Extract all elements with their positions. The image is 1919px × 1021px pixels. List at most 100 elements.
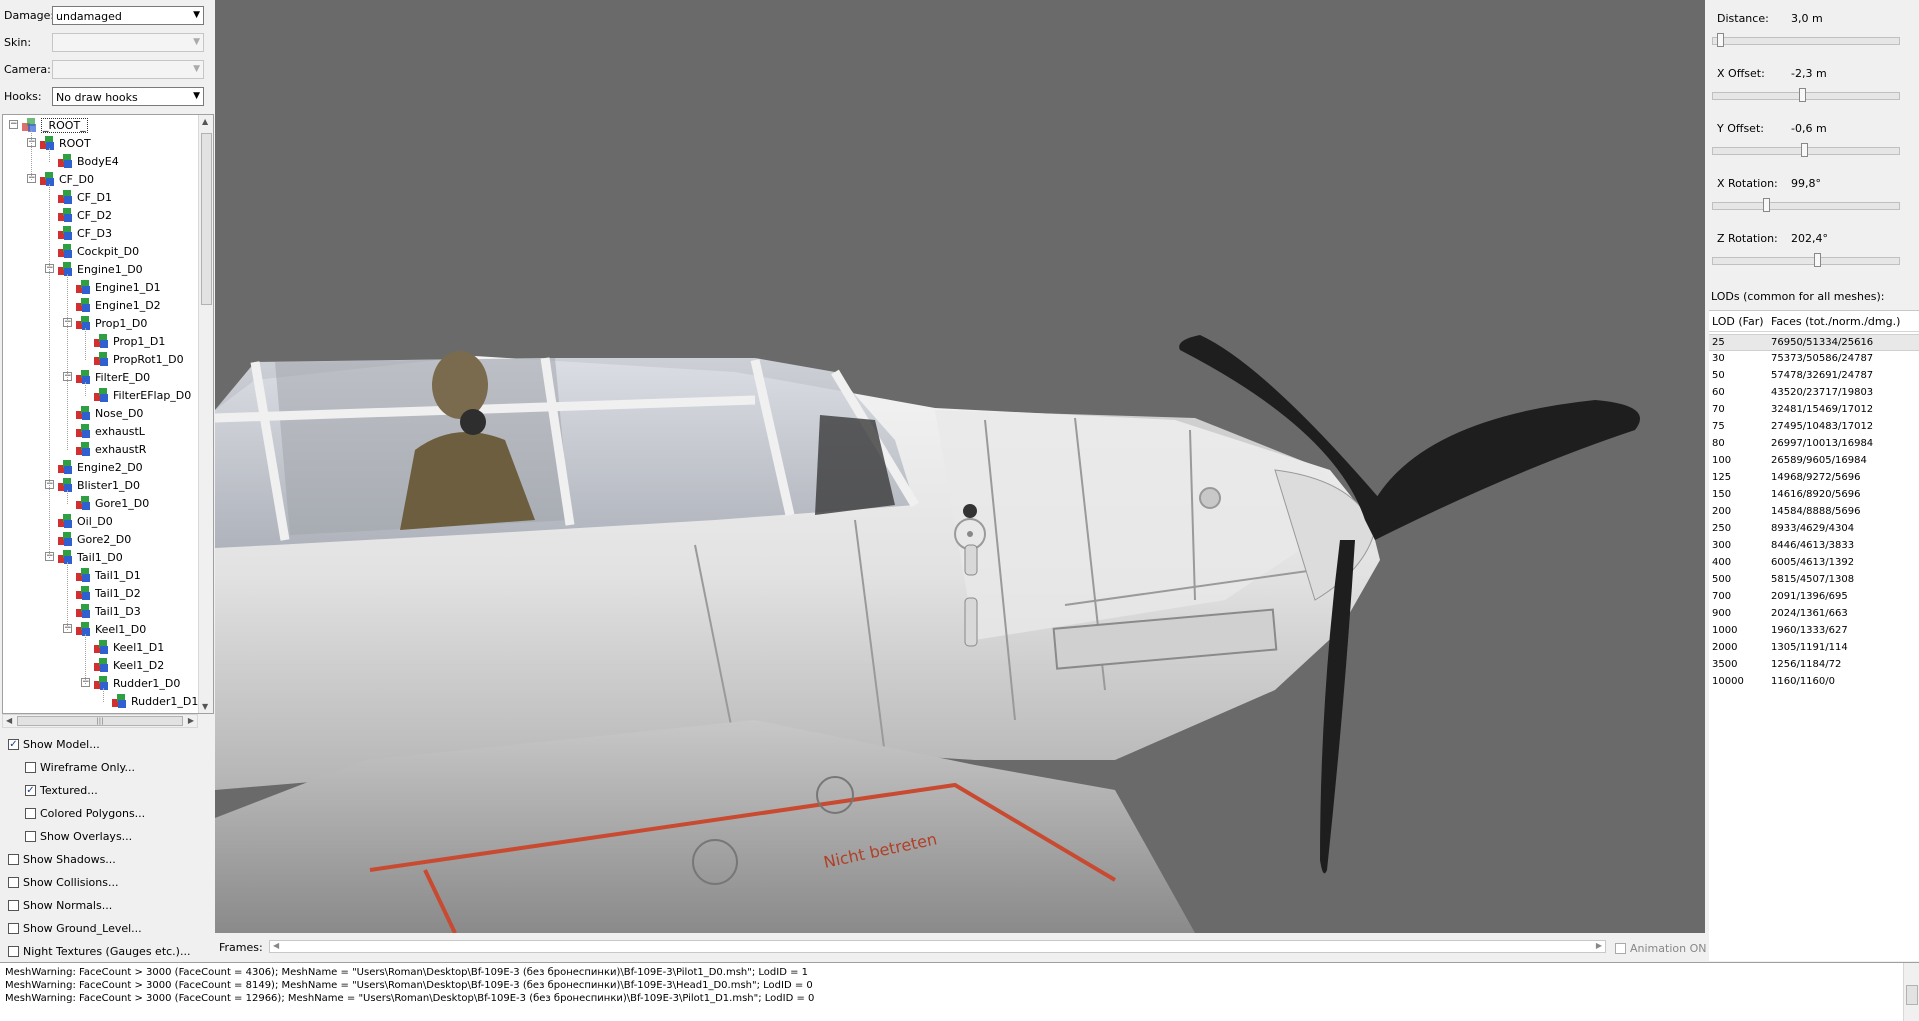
tree-node[interactable]: CF_D2 [3, 207, 199, 225]
scroll-right-icon[interactable]: ▶ [188, 716, 194, 725]
lod-row[interactable]: 900 2024/1361/663 [1709, 606, 1919, 623]
lod-row[interactable]: 75 27495/10483/17012 [1709, 419, 1919, 436]
tree-node[interactable]: Oil_D0 [3, 513, 199, 531]
damage-select[interactable]: undamaged ▼ [52, 6, 204, 25]
tree-node[interactable]: FilterEFlap_D0 [3, 387, 199, 405]
param-slider[interactable] [1712, 33, 1900, 47]
param-slider[interactable] [1712, 143, 1900, 157]
lod-row[interactable]: 25 76950/51334/25616 [1709, 334, 1919, 351]
tree-node[interactable]: − FilterE_D0 [3, 369, 199, 387]
param-slider[interactable] [1712, 198, 1900, 212]
tree-node[interactable]: Keel1_D1 [3, 639, 199, 657]
checkbox-checked[interactable]: ✓ [8, 739, 19, 750]
tree-node[interactable]: − Rudder1_D0 [3, 675, 199, 693]
lod-row[interactable]: 1000 1960/1333/627 [1709, 623, 1919, 640]
animation-checkbox[interactable] [1615, 943, 1626, 954]
log-scrollbar[interactable] [1903, 963, 1919, 1021]
lod-row[interactable]: 500 5815/4507/1308 [1709, 572, 1919, 589]
checkbox-unchecked[interactable] [8, 854, 19, 865]
tree-node[interactable]: Gore1_D0 [3, 495, 199, 513]
mesh-tree[interactable]: − _ROOT_ − ROOT BodyE4 − CF_D0 CF_D1 CF_D2 CF_D3 C… [2, 114, 214, 714]
slider-left-icon[interactable]: ◀ [273, 941, 279, 950]
param-slider[interactable] [1712, 253, 1900, 267]
scroll-up-icon[interactable]: ▲ [202, 117, 208, 126]
frames-slider[interactable]: ◀ ▶ [269, 940, 1606, 953]
tree-node[interactable]: exhaustR [3, 441, 199, 459]
lod-row[interactable]: 50 57478/32691/24787 [1709, 368, 1919, 385]
tree-node[interactable]: − _ROOT_ [3, 117, 199, 135]
lod-header-faces[interactable]: Faces (tot./norm./dmg.) [1771, 315, 1900, 328]
tree-node[interactable]: Cockpit_D0 [3, 243, 199, 261]
tree-node[interactable]: Tail1_D2 [3, 585, 199, 603]
tree-node[interactable]: − ROOT [3, 135, 199, 153]
tree-node[interactable]: − Blister1_D0 [3, 477, 199, 495]
lod-row[interactable]: 60 43520/23717/19803 [1709, 385, 1919, 402]
tree-node[interactable]: Engine2_D0 [3, 459, 199, 477]
tree-horizontal-scrollbar[interactable]: ◀ ||| ▶ [2, 714, 198, 728]
checkbox-unchecked[interactable] [8, 877, 19, 888]
lod-row[interactable]: 3500 1256/1184/72 [1709, 657, 1919, 674]
log-scroll-thumb[interactable] [1906, 985, 1918, 1005]
tree-node[interactable]: − Engine1_D0 [3, 261, 199, 279]
tree-node[interactable]: Rudder1_D1 [3, 693, 199, 711]
slider-thumb[interactable] [1799, 88, 1806, 102]
lod-row[interactable]: 125 14968/9272/5696 [1709, 470, 1919, 487]
tree-node[interactable]: Keel1_D2 [3, 657, 199, 675]
lod-row[interactable]: 300 8446/4613/3833 [1709, 538, 1919, 555]
tree-node[interactable]: Engine1_D1 [3, 279, 199, 297]
tree-node[interactable]: Tail1_D3 [3, 603, 199, 621]
tree-node[interactable]: Gore2_D0 [3, 531, 199, 549]
slider-thumb[interactable] [1801, 143, 1808, 157]
lod-row[interactable]: 200 14584/8888/5696 [1709, 504, 1919, 521]
tree-node[interactable]: Nose_D0 [3, 405, 199, 423]
lod-row[interactable]: 400 6005/4613/1392 [1709, 555, 1919, 572]
tree-scroll-thumb[interactable] [201, 133, 212, 305]
tree-node[interactable]: Tail1_D1 [3, 567, 199, 585]
tree-node[interactable]: Engine1_D2 [3, 297, 199, 315]
lod-far-cell: 200 [1712, 506, 1732, 517]
tree-node[interactable]: BodyE4 [3, 153, 199, 171]
checkbox-unchecked[interactable] [25, 762, 36, 773]
tree-node[interactable]: − CF_D0 [3, 171, 199, 189]
slider-thumb[interactable] [1717, 33, 1724, 47]
slider-thumb[interactable] [1763, 198, 1770, 212]
lod-header-far[interactable]: LOD (Far) [1712, 315, 1764, 328]
tree-node[interactable]: − Prop1_D0 [3, 315, 199, 333]
param-slider[interactable] [1712, 88, 1900, 102]
hooks-select[interactable]: No draw hooks ▼ [52, 87, 204, 106]
lod-row[interactable]: 250 8933/4629/4304 [1709, 521, 1919, 538]
checkbox-unchecked[interactable] [8, 923, 19, 934]
slider-thumb[interactable] [1814, 253, 1821, 267]
lod-table[interactable]: LOD (Far) Faces (tot./norm./dmg.) 25 7695… [1709, 310, 1919, 961]
checkbox-unchecked[interactable] [8, 900, 19, 911]
collapse-toggle-icon[interactable]: − [9, 120, 18, 129]
3d-viewport[interactable]: Nicht betreten [215, 0, 1705, 933]
tree-node[interactable]: − Keel1_D0 [3, 621, 199, 639]
lod-row[interactable]: 30 75373/50586/24787 [1709, 351, 1919, 368]
skin-select[interactable]: ▼ [52, 33, 204, 52]
tree-node[interactable]: Prop1_D1 [3, 333, 199, 351]
lod-row[interactable]: 2000 1305/1191/114 [1709, 640, 1919, 657]
camera-select[interactable]: ▼ [52, 60, 204, 79]
tree-node[interactable]: − Tail1_D0 [3, 549, 199, 567]
tree-node[interactable]: PropRot1_D0 [3, 351, 199, 369]
tree-node[interactable]: exhaustL [3, 423, 199, 441]
lod-row[interactable]: 80 26997/10013/16984 [1709, 436, 1919, 453]
slider-right-icon[interactable]: ▶ [1596, 941, 1602, 950]
lod-row[interactable]: 150 14616/8920/5696 [1709, 487, 1919, 504]
checkbox-unchecked[interactable] [25, 808, 36, 819]
tree-hscroll-thumb[interactable]: ||| [17, 716, 183, 726]
scroll-left-icon[interactable]: ◀ [6, 716, 12, 725]
scroll-down-icon[interactable]: ▼ [202, 702, 208, 711]
tree-vertical-scrollbar[interactable]: ▲ ▼ [198, 115, 213, 713]
checkbox-unchecked[interactable] [8, 946, 19, 957]
checkbox-unchecked[interactable] [25, 831, 36, 842]
lod-row[interactable]: 10000 1160/1160/0 [1709, 674, 1919, 691]
lod-row[interactable]: 70 32481/15469/17012 [1709, 402, 1919, 419]
lod-row[interactable]: 100 26589/9605/16984 [1709, 453, 1919, 470]
lod-row[interactable]: 700 2091/1396/695 [1709, 589, 1919, 606]
tree-node[interactable]: CF_D1 [3, 189, 199, 207]
tree-node[interactable]: CF_D3 [3, 225, 199, 243]
checkbox-checked[interactable]: ✓ [25, 785, 36, 796]
message-log[interactable]: MeshWarning: FaceCount > 3000 (FaceCount… [0, 962, 1919, 1021]
